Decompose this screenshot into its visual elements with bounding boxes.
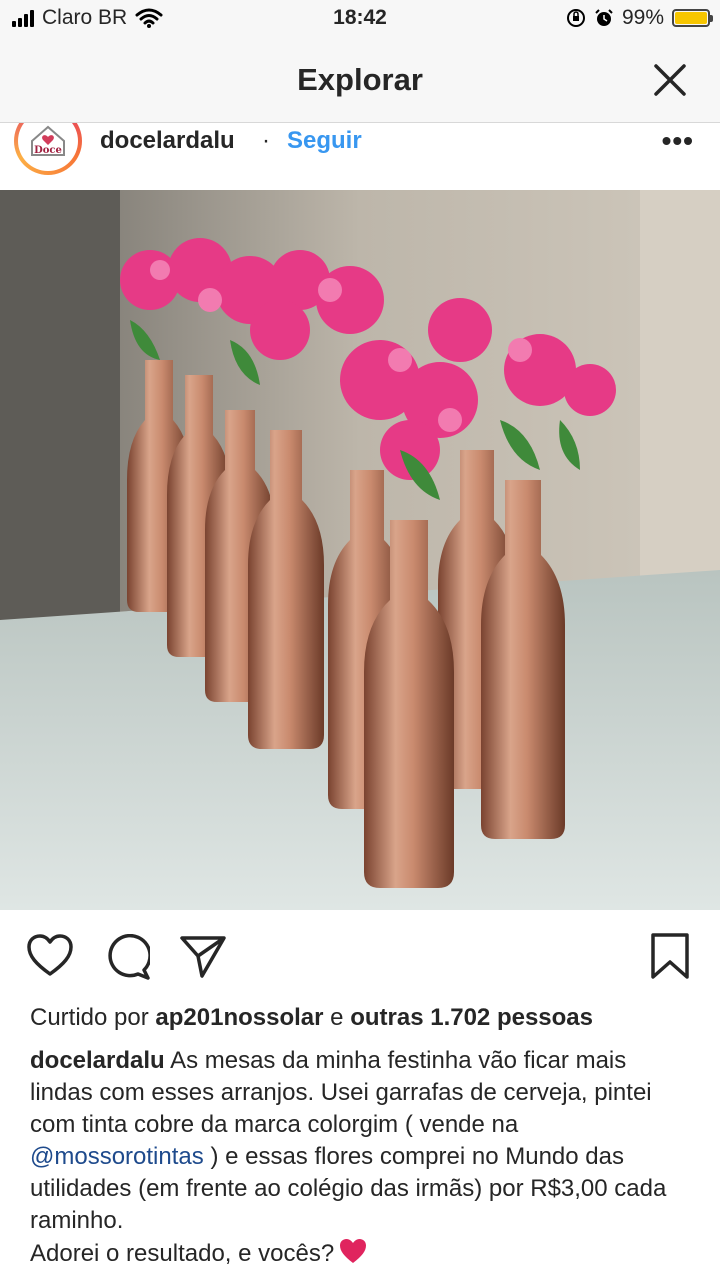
separator-dot: ·	[262, 127, 270, 154]
liker-username[interactable]: ap201nossolar	[155, 1004, 323, 1031]
red-heart-emoji-icon	[340, 1239, 367, 1263]
close-icon[interactable]	[652, 62, 688, 98]
battery-percent: 99%	[621, 6, 664, 29]
avatar-text: Doce	[34, 145, 62, 156]
likes-prefix: Curtido por	[30, 1004, 149, 1031]
more-icon[interactable]: •••	[662, 125, 694, 157]
likes-line: Curtido por ap201nossolar e outras 1.702…	[30, 1004, 593, 1032]
post-photo[interactable]	[0, 190, 720, 910]
share-icon[interactable]	[180, 934, 226, 978]
likes-connector: e	[330, 1004, 344, 1031]
orientation-lock-icon	[566, 9, 585, 27]
post-header: Doce docelardalu · Seguir •••	[0, 123, 720, 189]
comment-icon[interactable]	[104, 934, 150, 980]
nav-bar: Explorar	[0, 40, 720, 123]
bookmark-icon[interactable]	[650, 932, 690, 980]
caption-mention[interactable]: @mossorotintas	[30, 1143, 204, 1170]
status-right: 99%	[566, 6, 713, 30]
like-heart-icon[interactable]	[26, 934, 74, 978]
caption-username[interactable]: docelardalu	[30, 1047, 165, 1074]
page-title: Explorar	[297, 62, 423, 97]
status-bar: Claro BR 18:42 99%	[0, 0, 720, 40]
post-actions	[0, 920, 720, 990]
caption-closing: Adorei o resultado, e vocês?	[30, 1240, 335, 1267]
alarm-icon	[595, 9, 613, 26]
bottles-flowers-image	[0, 190, 720, 910]
battery-icon	[672, 9, 713, 27]
follow-button[interactable]: Seguir	[287, 127, 362, 155]
likes-others[interactable]: outras 1.702 pessoas	[350, 1004, 593, 1031]
post-username[interactable]: docelardalu	[100, 127, 235, 155]
avatar[interactable]: Doce	[14, 123, 82, 175]
post-caption: docelardalu As mesas da minha festinha v…	[30, 1045, 695, 1270]
